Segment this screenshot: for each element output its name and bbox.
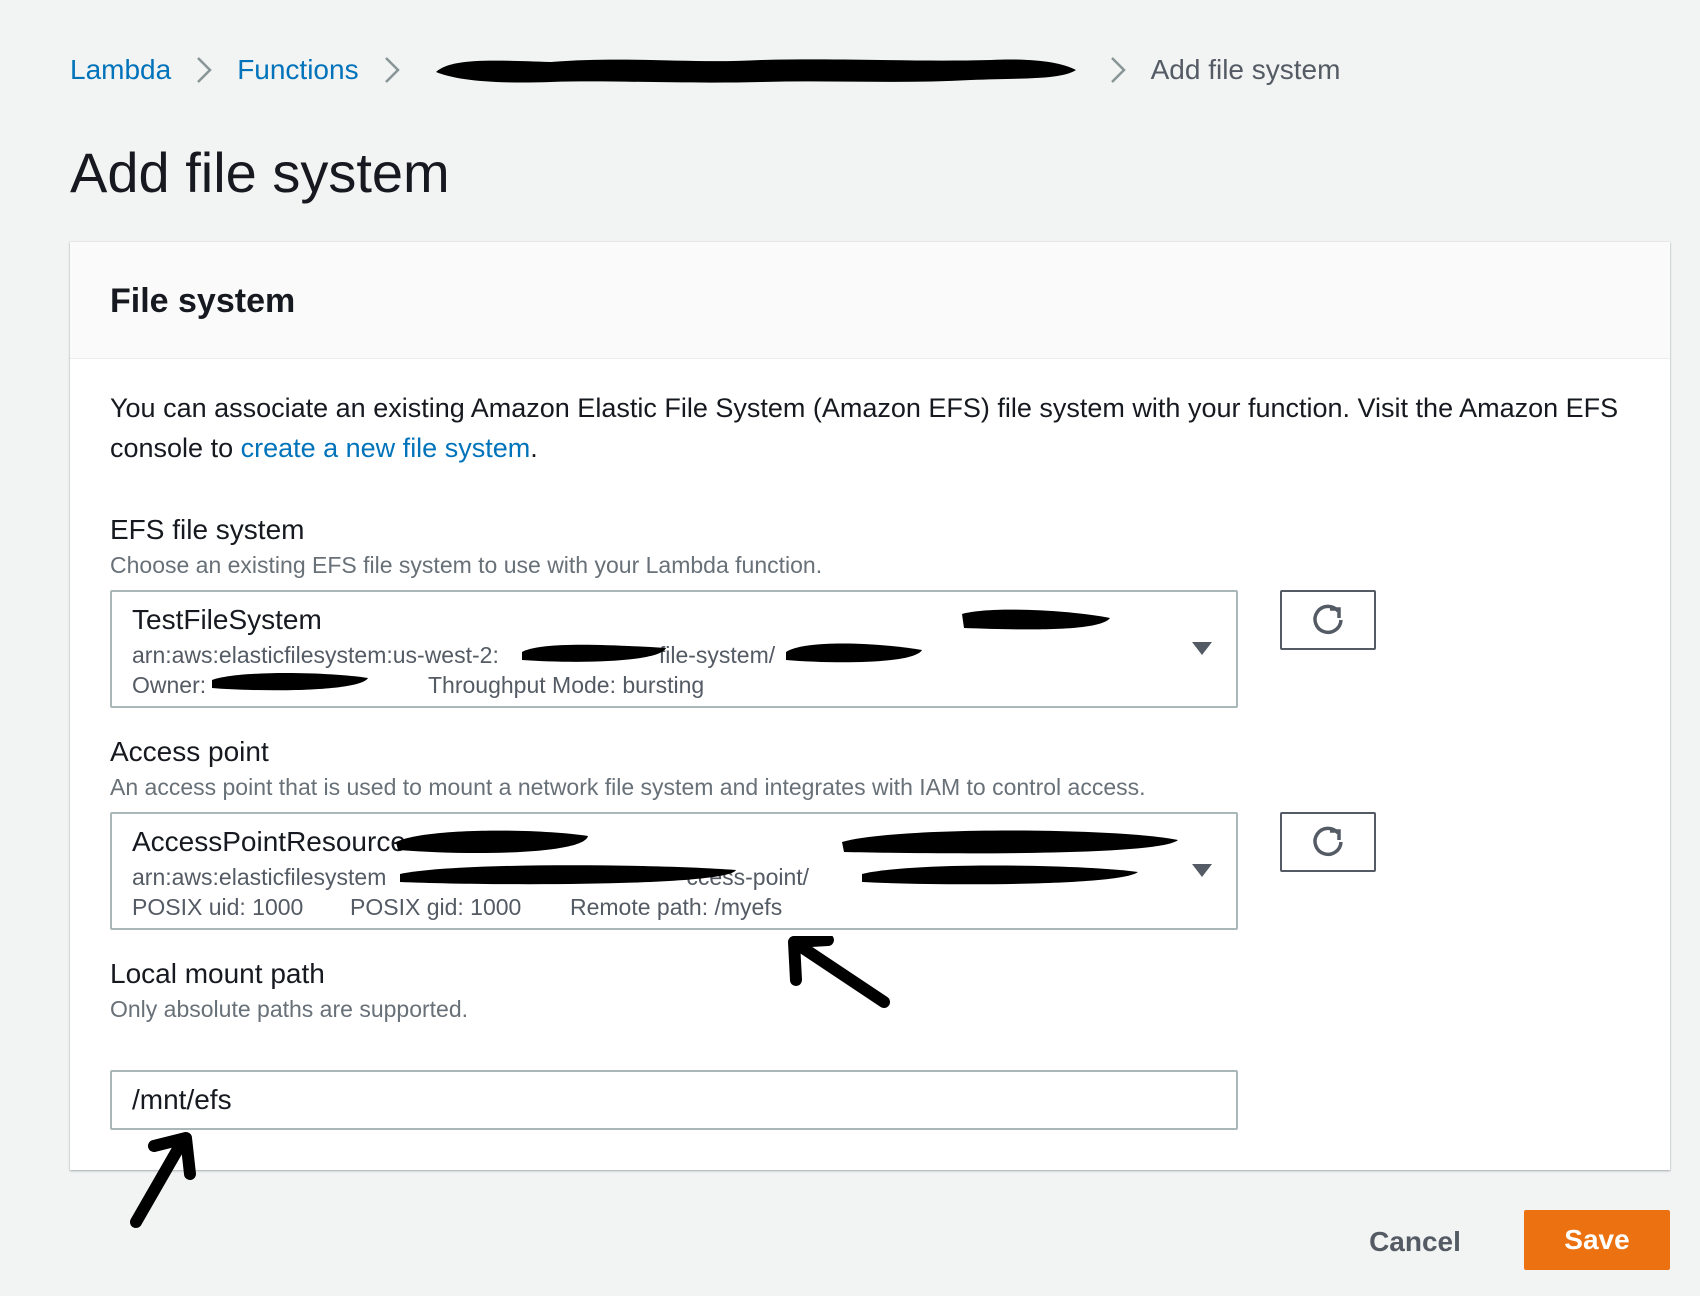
mount-path-hint: Only absolute paths are supported. [110, 996, 469, 1022]
chevron-right-icon [189, 50, 219, 90]
redaction-scribble [786, 643, 922, 663]
breadcrumb-current: Add file system [1150, 54, 1341, 85]
caret-down-icon [1192, 642, 1212, 655]
breadcrumb: Lambda Functions Add file system [70, 50, 1340, 90]
remote-path: Remote path: /myefs [570, 894, 783, 920]
redaction-scribble [842, 830, 1178, 854]
efs-file-system-select[interactable]: TestFileSystem arn:aws:elasticfilesystem… [110, 590, 1238, 708]
page-title: Add file system [70, 141, 450, 204]
posix-uid: POSIX uid: 1000 [132, 894, 304, 920]
panel-description: You can associate an existing Amazon Ela… [110, 388, 1650, 468]
description-suffix: . [530, 433, 538, 463]
mount-path-input[interactable] [110, 1070, 1238, 1130]
efs-selected-name: TestFileSystem [132, 604, 322, 635]
file-system-panel: File system You can associate an existin… [70, 242, 1670, 1170]
redaction-scribble [212, 673, 368, 691]
access-point-hint: An access point that is used to mount a … [110, 774, 1146, 800]
panel-header: File system [70, 242, 1670, 359]
redaction-scribble [435, 59, 1076, 83]
cancel-button[interactable]: Cancel [1340, 1212, 1490, 1272]
refresh-icon [1313, 604, 1343, 635]
arrow-annotation [788, 936, 890, 1008]
efs-label: EFS file system [110, 514, 305, 545]
redaction-scribble [862, 865, 1138, 885]
refresh-icon [1313, 826, 1343, 857]
mount-path-label: Local mount path [110, 958, 325, 989]
access-point-label: Access point [110, 736, 269, 767]
access-point-refresh-button[interactable] [1280, 812, 1376, 872]
redaction-scribble [396, 830, 588, 854]
access-point-selected-name: AccessPointResource [132, 826, 406, 857]
efs-hint: Choose an existing EFS file system to us… [110, 552, 823, 578]
caret-down-icon [1192, 864, 1212, 877]
redaction-scribble [400, 865, 736, 885]
efs-arn: arn:aws:elasticfilesystem:us-west-2: file… [132, 642, 776, 668]
breadcrumb-lambda[interactable]: Lambda [70, 54, 171, 86]
redaction-scribble [522, 644, 666, 662]
posix-gid: POSIX gid: 1000 [350, 894, 522, 920]
efs-throughput: Throughput Mode: bursting [428, 672, 705, 698]
efs-refresh-button[interactable] [1280, 590, 1376, 650]
efs-owner: Owner: [132, 672, 207, 698]
breadcrumb-functions[interactable]: Functions [237, 54, 358, 86]
arrow-annotation [130, 1132, 196, 1228]
redaction-scribble [962, 609, 1110, 630]
save-button[interactable]: Save [1524, 1210, 1670, 1270]
chevron-right-icon [377, 50, 407, 90]
panel-title: File system [110, 282, 296, 320]
chevron-right-icon [1103, 50, 1133, 90]
create-file-system-link[interactable]: create a new file system [241, 433, 531, 463]
access-point-select[interactable]: AccessPointResource arn:aws:elasticfiles… [110, 812, 1238, 930]
